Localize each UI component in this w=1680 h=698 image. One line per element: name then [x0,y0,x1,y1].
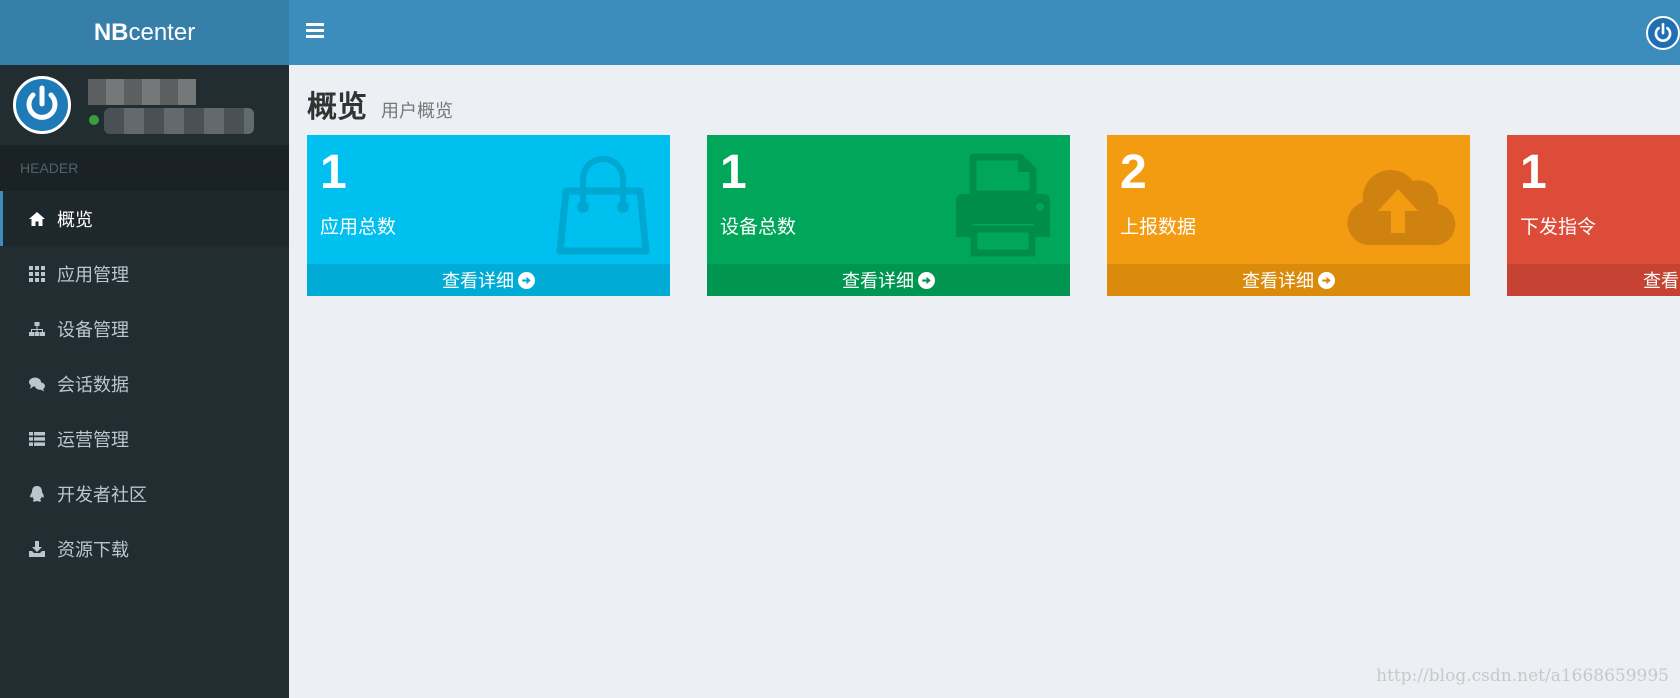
comments-icon [25,372,49,396]
sidebar-item-label: 设备管理 [57,319,129,341]
content-header: 概览 用户概览 [307,82,453,126]
sidebar-item-app-management[interactable]: 应用管理 [0,246,289,301]
cloud-upload-icon [1347,169,1456,246]
view-details-label: 查看 [1643,271,1679,292]
stat-value: 1 [1520,146,1547,199]
navbar [289,0,1680,65]
sidebar-item-operations[interactable]: 运营管理 [0,411,289,466]
sidebar: HEADER 概览 应用管理 设备管理 会话数据 运营管理 开发者社区 资源下载 [0,65,289,698]
view-details-link[interactable]: 查看详细 [707,264,1070,296]
online-status-icon [89,115,99,125]
user-status-redacted [104,108,254,134]
username-redacted [88,79,196,105]
sidebar-item-label: 运营管理 [57,429,129,451]
sidebar-item-label: 会话数据 [57,374,129,396]
sidebar-item-developer-community[interactable]: 开发者社区 [0,466,289,521]
watermark: http://blog.csdn.net/a1668659995 [1376,666,1669,686]
sidebar-header: HEADER [0,145,289,191]
view-details-label: 查看详细 [1242,271,1314,292]
app-logo[interactable]: NB center [0,0,289,65]
view-details-label: 查看详细 [442,271,514,292]
sidebar-item-label: 概览 [57,209,93,231]
sidebar-item-label: 应用管理 [57,264,129,286]
user-panel [0,65,289,145]
page-subtitle: 用户概览 [381,101,453,122]
download-icon [25,537,49,561]
page-title: 概览 [307,90,367,125]
stat-label: 设备总数 [720,216,797,238]
grid-icon [25,262,49,286]
stat-box-devices: 1 设备总数 查看详细 [707,135,1070,296]
qq-icon [25,482,49,506]
stat-label: 上报数据 [1120,216,1197,238]
sidebar-item-overview[interactable]: 概览 [0,191,289,246]
arrow-circle-right-icon [1318,271,1335,289]
stat-value: 2 [1120,146,1147,199]
user-power-icon[interactable] [1646,16,1680,50]
stat-box-reported-data: 2 上报数据 查看详细 [1107,135,1470,296]
stat-value: 1 [720,146,747,199]
stat-label: 应用总数 [320,216,397,238]
sidebar-item-device-management[interactable]: 设备管理 [0,301,289,356]
stat-box-commands: 1 下发指令 查看 [1507,135,1680,296]
view-details-link[interactable]: 查看详细 [307,264,670,296]
top-header: NB center [0,0,1680,65]
sidebar-item-label: 开发者社区 [57,484,147,506]
shopping-bag-icon [556,156,650,255]
arrow-circle-right-icon [518,271,535,289]
home-icon [25,207,49,231]
arrow-circle-right-icon [918,271,935,289]
view-details-link[interactable]: 查看 [1507,264,1680,296]
sitemap-icon [25,317,49,341]
stat-value: 1 [320,146,347,199]
sidebar-item-session-data[interactable]: 会话数据 [0,356,289,411]
stat-box-apps: 1 应用总数 查看详细 [307,135,670,296]
logo-rest-text: center [128,18,196,46]
sidebar-item-resource-download[interactable]: 资源下载 [0,521,289,576]
view-details-link[interactable]: 查看详细 [1107,264,1470,296]
view-details-label: 查看详细 [842,271,914,292]
printer-icon [956,153,1050,257]
sidebar-toggle-icon[interactable] [306,23,324,39]
list-icon [25,427,49,451]
logo-bold-text: NB [93,18,129,46]
avatar [13,76,71,134]
stat-label: 下发指令 [1520,216,1597,238]
sidebar-item-label: 资源下载 [57,539,129,561]
